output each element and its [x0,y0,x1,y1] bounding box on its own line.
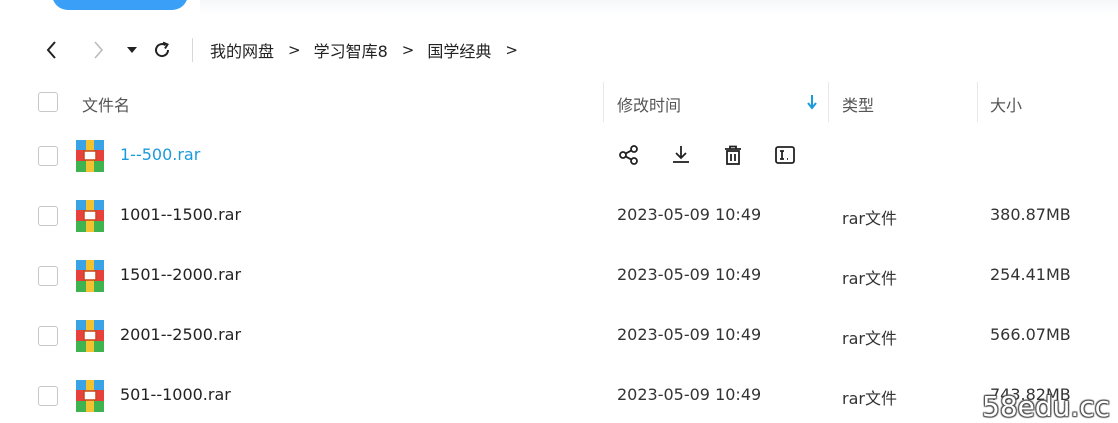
chevron-left-icon [46,41,56,59]
breadcrumb-item-my-drive[interactable]: 我的网盘 [210,38,274,62]
column-header-size[interactable]: 大小 [990,92,1022,116]
column-header-type[interactable]: 类型 [842,92,874,116]
row-checkbox[interactable] [38,146,58,166]
breadcrumb-item-current[interactable]: 国学经典 [427,38,491,62]
column-divider [603,82,604,122]
navigation-bar: 我的网盘 > 学习智库8 > 国学经典 > [0,30,1118,70]
file-type: rar文件 [842,389,897,408]
select-all-checkbox[interactable] [38,92,58,112]
file-name-link[interactable]: 1501--2000.rar [120,265,241,284]
arrow-down-icon[interactable] [806,94,818,110]
table-row[interactable]: 1001--1500.rar 2023-05-09 10:49 rar文件 380.8… [0,186,1118,246]
table-row[interactable]: 1--500.rar [0,126,1118,186]
modified-time: 2023-05-09 10:49 [617,205,762,224]
column-header-modified[interactable]: 修改时间 [617,92,681,116]
upload-button[interactable] [52,0,188,10]
rar-archive-icon [75,140,105,172]
rename-icon[interactable] [772,142,798,168]
file-name-link[interactable]: 501--1000.rar [120,385,231,404]
modified-time: 2023-05-09 10:49 [617,325,762,344]
row-checkbox[interactable] [38,266,58,286]
rar-archive-icon [75,320,105,352]
share-icon[interactable] [616,142,642,168]
file-type: rar文件 [842,269,897,288]
refresh-button[interactable] [150,38,174,62]
file-size: 566.07MB [990,325,1071,344]
caret-down-icon [127,47,137,53]
download-icon[interactable] [668,142,694,168]
file-name-link[interactable]: 1001--1500.rar [120,205,241,224]
modified-time: 2023-05-09 10:49 [617,265,762,284]
nav-divider [192,38,193,62]
delete-icon[interactable] [720,142,746,168]
file-type: rar文件 [842,329,897,348]
column-divider [828,82,829,122]
back-button[interactable] [40,38,64,62]
table-row[interactable]: 2001--2500.rar 2023-05-09 10:49 rar文件 566.0… [0,306,1118,366]
column-header-name[interactable]: 文件名 [82,92,130,116]
watermark: 58edu.cc [982,390,1111,423]
table-row[interactable]: 1501--2000.rar 2023-05-09 10:49 rar文件 254.4… [0,246,1118,306]
refresh-icon [155,41,170,58]
chevron-right-icon [94,41,104,59]
toolbar-area [200,0,1118,14]
file-name-link[interactable]: 2001--2500.rar [120,325,241,344]
rar-archive-icon [75,200,105,232]
history-dropdown-button[interactable] [120,38,144,62]
file-size: 254.41MB [990,265,1071,284]
forward-button[interactable] [86,38,110,62]
file-type: rar文件 [842,209,897,228]
breadcrumb-separator: > [401,41,415,59]
column-divider [977,82,978,122]
row-checkbox[interactable] [38,386,58,406]
table-row[interactable]: 501--1000.rar 2023-05-09 10:49 rar文件 743.82… [0,366,1118,423]
row-checkbox[interactable] [38,326,58,346]
rar-archive-icon [75,380,105,412]
table-header: 文件名 修改时间 类型 大小 [0,80,1118,124]
breadcrumb-item-folder[interactable]: 学习智库8 [314,38,388,62]
row-checkbox[interactable] [38,206,58,226]
file-size: 380.87MB [990,205,1071,224]
modified-time: 2023-05-09 10:49 [617,385,762,404]
breadcrumb-separator: > [505,41,518,59]
rar-archive-icon [75,260,105,292]
breadcrumb: 我的网盘 > 学习智库8 > 国学经典 > [210,38,531,62]
file-name-link[interactable]: 1--500.rar [120,145,200,164]
breadcrumb-separator: > [288,41,301,59]
